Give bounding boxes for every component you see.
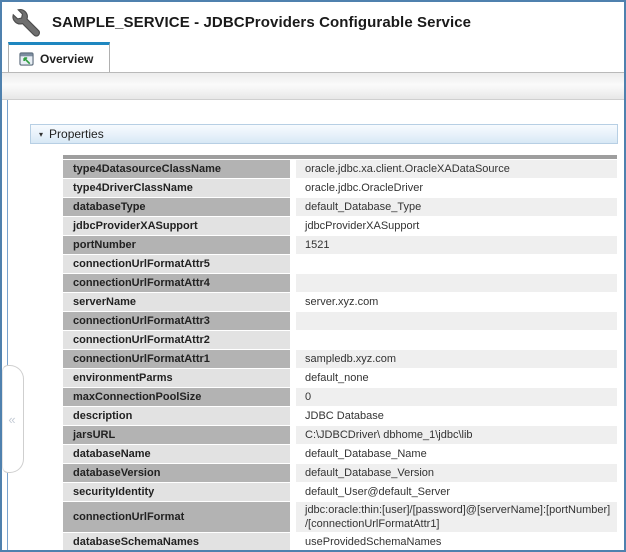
property-row: databaseSchemaNames useProvidedSchemaName… <box>63 533 617 550</box>
property-value: default_none <box>296 369 617 387</box>
property-row: description JDBC Database <box>63 407 617 425</box>
property-row: maxConnectionPoolSize 0 <box>63 388 617 406</box>
property-row: connectionUrlFormat jdbc:oracle:thin:[use… <box>63 502 617 532</box>
property-name: connectionUrlFormatAttr3 <box>63 312 290 330</box>
property-value: server.xyz.com <box>296 293 617 311</box>
property-row: databaseVersion default_Database_Version <box>63 464 617 482</box>
property-name: jarsURL <box>63 426 290 444</box>
property-name: maxConnectionPoolSize <box>63 388 290 406</box>
property-value: C:\JDBCDriver\ dbhome_1\jdbc\lib <box>296 426 617 444</box>
property-value <box>296 255 617 273</box>
property-value <box>296 331 617 349</box>
property-name: jdbcProviderXASupport <box>63 217 290 235</box>
property-name: environmentParms <box>63 369 290 387</box>
property-name: connectionUrlFormatAttr1 <box>63 350 290 368</box>
property-name: databaseSchemaNames <box>63 533 290 550</box>
tab-strip: Overview <box>2 42 624 73</box>
section-collapse-triangle-icon: ▾ <box>39 129 44 139</box>
table-top-border <box>63 155 617 159</box>
property-value: default_Database_Version <box>296 464 617 482</box>
collapse-chevron-icon: « <box>8 411 16 427</box>
property-row: connectionUrlFormatAttr2 <box>63 331 617 349</box>
header-band <box>2 73 624 100</box>
page-header: SAMPLE_SERVICE - JDBCProviders Configura… <box>2 2 624 42</box>
property-value: default_Database_Name <box>296 445 617 463</box>
property-row: type4DatasourceClassName oracle.jdbc.xa.c… <box>63 160 617 178</box>
property-name: securityIdentity <box>63 483 290 501</box>
property-name: databaseVersion <box>63 464 290 482</box>
property-value: 1521 <box>296 236 617 254</box>
property-row: connectionUrlFormatAttr1 sampledb.xyz.com <box>63 350 617 368</box>
property-name: connectionUrlFormatAttr2 <box>63 331 290 349</box>
configurable-service-window: SAMPLE_SERVICE - JDBCProviders Configura… <box>0 0 626 552</box>
property-name: serverName <box>63 293 290 311</box>
property-row: portNumber 1521 <box>63 236 617 254</box>
property-row: jdbcProviderXASupport jdbcProviderXASuppo… <box>63 217 617 235</box>
property-value: default_Database_Type <box>296 198 617 216</box>
property-value <box>296 274 617 292</box>
property-value <box>296 312 617 330</box>
overview-window-icon <box>19 51 34 66</box>
property-value: jdbcProviderXASupport <box>296 217 617 235</box>
properties-section-label: Properties <box>49 127 104 141</box>
property-value: sampledb.xyz.com <box>296 350 617 368</box>
property-row: type4DriverClassName oracle.jdbc.OracleDr… <box>63 179 617 197</box>
property-name: portNumber <box>63 236 290 254</box>
property-name: databaseName <box>63 445 290 463</box>
property-value: default_User@default_Server <box>296 483 617 501</box>
wrench-icon <box>12 9 41 37</box>
page-title: SAMPLE_SERVICE - JDBCProviders Configura… <box>52 13 472 31</box>
properties-table-rows: type4DatasourceClassName oracle.jdbc.xa.c… <box>63 160 617 550</box>
property-row: serverName server.xyz.com <box>63 293 617 311</box>
property-value: JDBC Database <box>296 407 617 425</box>
property-row: databaseName default_Database_Name <box>63 445 617 463</box>
property-row: connectionUrlFormatAttr3 <box>63 312 617 330</box>
property-name: databaseType <box>63 198 290 216</box>
property-value: oracle.jdbc.xa.client.OracleXADataSource <box>296 160 617 178</box>
tab-overview[interactable]: Overview <box>8 42 111 72</box>
property-name: type4DatasourceClassName <box>63 160 290 178</box>
property-row: connectionUrlFormatAttr4 <box>63 274 617 292</box>
properties-section-header[interactable]: ▾ Properties <box>30 124 618 144</box>
property-name: connectionUrlFormatAttr4 <box>63 274 290 292</box>
property-name: connectionUrlFormat <box>63 502 290 532</box>
property-row: environmentParms default_none <box>63 369 617 387</box>
property-value: jdbc:oracle:thin:[user]/[password]@[serv… <box>296 502 617 532</box>
property-value: oracle.jdbc.OracleDriver <box>296 179 617 197</box>
property-name: description <box>63 407 290 425</box>
tab-overview-label: Overview <box>40 51 94 66</box>
property-value: useProvidedSchemaNames <box>296 533 617 550</box>
property-row: connectionUrlFormatAttr5 <box>63 255 617 273</box>
pane-collapse-handle[interactable]: « <box>2 365 24 473</box>
property-name: type4DriverClassName <box>63 179 290 197</box>
property-row: jarsURL C:\JDBCDriver\ dbhome_1\jdbc\lib <box>63 426 617 444</box>
property-row: databaseType default_Database_Type <box>63 198 617 216</box>
properties-table: type4DatasourceClassName oracle.jdbc.xa.c… <box>63 155 617 550</box>
property-value: 0 <box>296 388 617 406</box>
property-name: connectionUrlFormatAttr5 <box>63 255 290 273</box>
content-pane: « ▾ Properties type4DatasourceClassName o… <box>2 100 624 550</box>
property-row: securityIdentity default_User@default_Ser… <box>63 483 617 501</box>
